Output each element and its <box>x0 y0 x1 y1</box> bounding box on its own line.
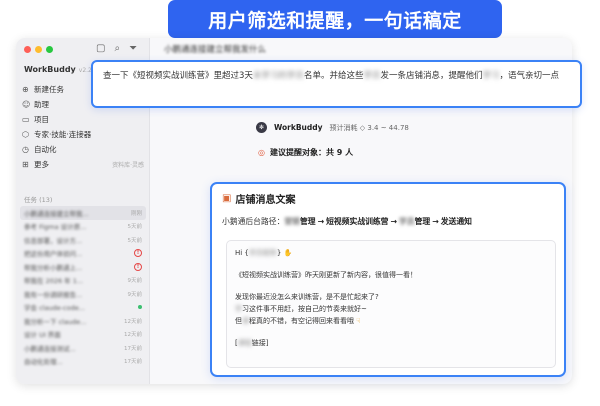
task-list: 小鹏通连接建立帮我... 刚刚 参考 Figma 设计原... 5天前 信息部署，设… <box>20 206 146 368</box>
agent-name: WorkBuddy <box>274 123 323 132</box>
minimize-window-button[interactable] <box>35 46 42 53</box>
workbuddy-logo-icon: ✻ <box>256 122 267 133</box>
message-line: 《短视频实战训练营》昨天刚更新了新内容，很值得一看！ <box>235 271 417 279</box>
sidebar-item-projects[interactable]: ▭ 项目 <box>22 112 144 127</box>
store-message-panel: ▣ 店铺消息文案 小鹅通后台路径：营销管理 → 短视频实战训练营 → 学员管理 → 发送通知… <box>210 182 566 377</box>
sidebar-item-label: 更多 <box>34 160 49 169</box>
puzzle-icon: ⬡ <box>22 130 29 139</box>
task-item[interactable]: 自动化处理... 17天前 <box>20 355 146 369</box>
robot-icon: ☺ <box>22 100 31 109</box>
sidebar-item-label: 自动化 <box>34 145 57 154</box>
grid-icon: ⊞ <box>22 160 29 169</box>
app-name: WorkBuddy <box>24 65 76 74</box>
search-icon[interactable]: ⌕ <box>114 43 120 54</box>
message-line: 发现你最近没怎么来训练营，是不是忙起来了? <box>235 293 379 301</box>
sidebar-item-experts[interactable]: ⬡ 专家·技能·连接器 <box>22 127 144 142</box>
message-line: Hi {学员昵称} ✋ <box>235 249 293 257</box>
target-icon: ◎ <box>258 148 265 157</box>
message-preview: Hi {学员昵称} ✋ 《短视频实战训练营》昨天刚更新了新内容，很值得一看！ 发… <box>226 240 556 368</box>
cost-estimate: 预计消耗 ◇ 3.4 ~ 44.78 <box>329 123 409 132</box>
folder-icon: ▭ <box>22 115 30 124</box>
sidebar-item-label: 新建任务 <box>34 85 64 94</box>
task-item[interactable]: 学会 claude-code... <box>20 301 146 315</box>
arrow-right-icon: → <box>317 217 325 226</box>
sidebar-toolbar: ▢ ⌕ ⏷ <box>96 43 137 54</box>
close-window-button[interactable] <box>24 46 31 53</box>
message-line: 但课程真的不错，有空记得回来看看哦 ☟ <box>235 317 361 325</box>
sidebar-toggle-icon[interactable]: ▢ <box>96 43 105 54</box>
feature-banner: 用户筛选和提醒，一句话稿定 <box>168 0 502 38</box>
task-item[interactable]: 我分析一下 claude... 12天前 <box>20 314 146 328</box>
filter-icon[interactable]: ⏷ <box>129 43 137 54</box>
sidebar-item-label: 项目 <box>34 115 49 124</box>
task-item[interactable]: 设计 UI 界面 12天前 <box>20 328 146 342</box>
banner-text: 用户筛选和提醒，一句话稿定 <box>208 9 462 32</box>
message-line: [课程链接] <box>235 339 269 347</box>
sidebar-item-more[interactable]: ⊞ 更多 资料库·灵感 <box>22 157 144 172</box>
target-text: 建议提醒对象：共 9 人 <box>269 148 354 157</box>
agent-meta: ✻ WorkBuddy 预计消耗 ◇ 3.4 ~ 44.78 <box>256 122 409 133</box>
warning-icon: ! <box>134 262 142 271</box>
sidebar-item-label: 专家·技能·连接器 <box>34 130 92 139</box>
task-item[interactable]: 帮我在 2026 年 1... 9天前 <box>20 274 146 288</box>
task-item[interactable]: 把这份用户体验问...! <box>20 247 146 261</box>
task-item[interactable]: 小鹏通连接测试... 17天前 <box>20 341 146 355</box>
panel-title: ▣ 店铺消息文案 <box>222 193 296 206</box>
app-brand: WorkBuddy v2.2.6 <box>24 65 98 74</box>
clock-icon: ◷ <box>22 145 29 154</box>
tasks-header: 任务 (13) <box>24 196 53 204</box>
conversation-title: 小鹏通连接建立帮我发什么 <box>164 45 267 55</box>
online-dot-icon <box>138 305 142 310</box>
task-item[interactable]: 信息部署，设计方... 5天前 <box>20 233 146 247</box>
message-line: 学习这件事不用赶，按自己的节奏来就好~ <box>235 305 367 313</box>
pointing-down-icon: ☟ <box>356 317 361 325</box>
task-item[interactable]: 帮我分析小鹏通上...! <box>20 260 146 274</box>
warning-icon: ! <box>134 249 142 258</box>
sidebar-item-sublabel: 资料库·灵感 <box>112 162 144 169</box>
waving-hand-icon: ✋ <box>283 249 293 257</box>
user-prompt-bubble: 查一下《短视频实战训练营》里超过3天未学习的学员名单。并给这些学员发一条店铺消息… <box>91 60 582 108</box>
zoom-window-button[interactable] <box>46 46 53 53</box>
backend-path: 小鹅通后台路径：营销管理 → 短视频实战训练营 → 学员管理 → 发送通知 <box>222 217 472 226</box>
task-item[interactable]: 我有一份调研报告... 9天前 <box>20 287 146 301</box>
sidebar-item-automation[interactable]: ◷ 自动化 <box>22 142 144 157</box>
clipboard-icon: ▣ <box>222 193 232 204</box>
arrow-right-icon: → <box>390 217 398 226</box>
window-controls <box>24 46 53 53</box>
arrow-right-icon: → <box>432 217 439 226</box>
task-item[interactable]: 小鹏通连接建立帮我... 刚刚 <box>20 206 146 220</box>
target-summary: ◎ 建议提醒对象：共 9 人 <box>258 147 353 158</box>
task-item[interactable]: 参考 Figma 设计原... 5天前 <box>20 220 146 234</box>
sidebar-item-label: 助理 <box>34 100 49 109</box>
plus-circle-icon: ⊕ <box>22 85 29 94</box>
